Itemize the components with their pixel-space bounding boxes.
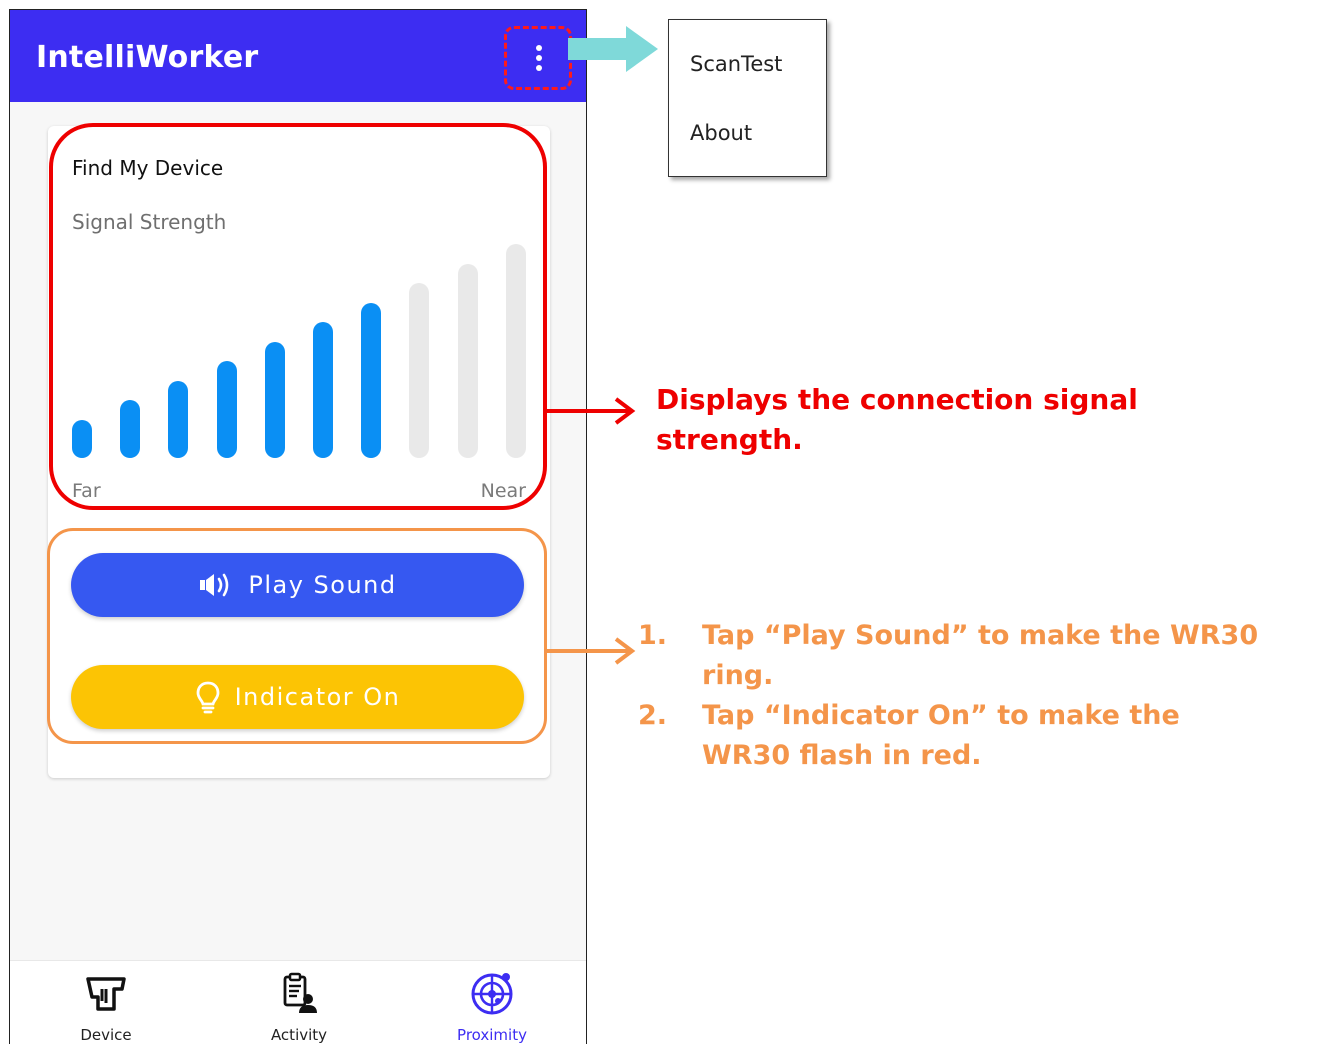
annotation-step-1: 1. Tap “Play Sound” to make the WR30 rin… <box>638 620 1259 691</box>
bottom-navigation: Device Activity Proximity <box>10 960 586 1044</box>
signal-highlight-frame <box>49 123 547 510</box>
overflow-popup-menu: ScanTest About <box>668 19 827 177</box>
annotation-step-2: 2. Tap “Indicator On” to make the WR30 f… <box>638 700 1180 771</box>
phone-screen: IntelliWorker Find My Device Signal Stre… <box>9 9 587 1044</box>
app-title: IntelliWorker <box>36 40 259 75</box>
menu-item-scantest[interactable]: ScanTest <box>690 52 782 76</box>
buttons-annotation: 1. Tap “Play Sound” to make the WR30 rin… <box>638 616 1318 776</box>
app-bar: IntelliWorker <box>10 10 586 102</box>
nav-item-proximity[interactable]: Proximity <box>432 969 552 1044</box>
buttons-callout-arrow <box>546 637 636 665</box>
more-vert-icon <box>536 45 542 75</box>
nav-label-device: Device <box>80 1026 132 1044</box>
nav-label-activity: Activity <box>270 1026 328 1044</box>
menu-item-about[interactable]: About <box>690 121 752 145</box>
clipboard-user-icon <box>283 972 317 1013</box>
nav-item-activity[interactable]: Activity <box>239 969 359 1044</box>
buttons-highlight-frame <box>47 528 547 744</box>
nav-item-device[interactable]: Device <box>46 969 166 1044</box>
overflow-menu-button[interactable] <box>504 26 572 90</box>
signal-callout-arrow <box>546 397 636 425</box>
scanner-icon <box>86 977 126 1011</box>
nav-label-proximity: Proximity <box>457 1026 527 1044</box>
menu-callout-arrow <box>568 26 658 72</box>
signal-annotation: Displays the connection signal strength. <box>656 383 1138 456</box>
radar-icon <box>471 973 513 1015</box>
